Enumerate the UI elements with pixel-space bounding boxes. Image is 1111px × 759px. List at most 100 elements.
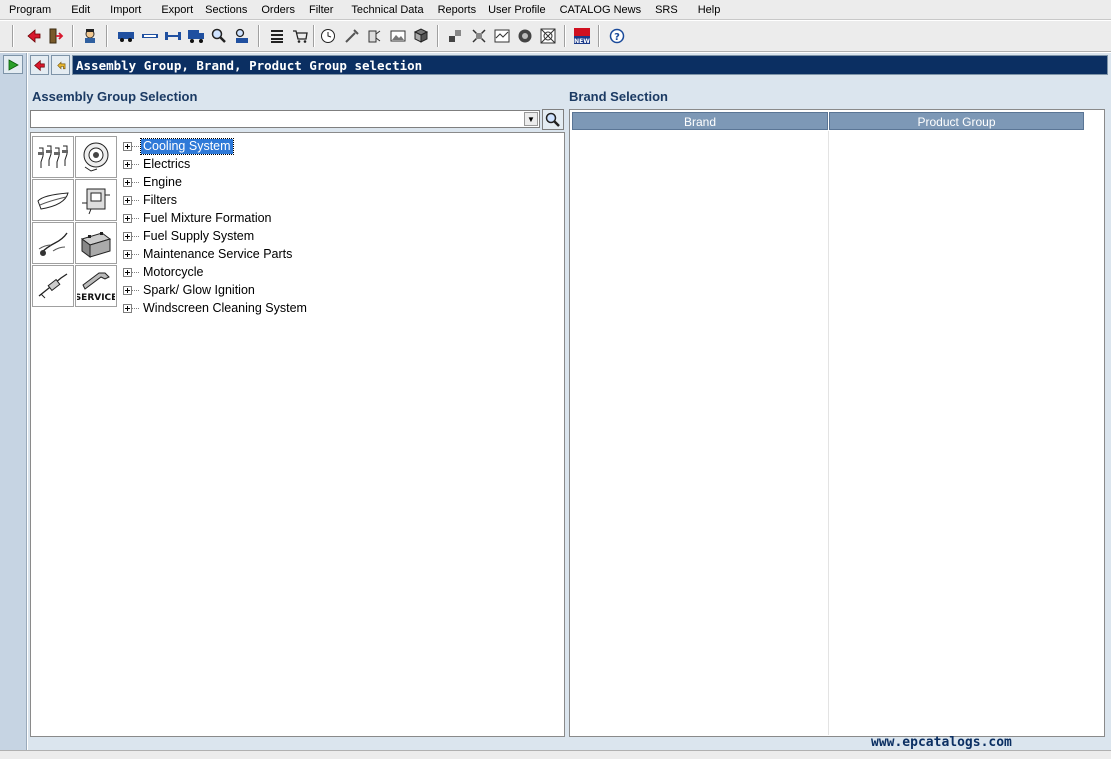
service-wrench-icon[interactable]: SERVICE [75, 265, 117, 307]
tree-item-label[interactable]: Electrics [141, 157, 192, 172]
svg-text:NEW: NEW [574, 38, 590, 45]
tree-item[interactable]: Fuel Supply System [123, 227, 309, 245]
assembly-tree: Cooling System Electrics Engine Filters … [123, 137, 309, 317]
tree-item-label[interactable]: Spark/ Glow Ignition [141, 283, 257, 298]
column-header-brand[interactable]: Brand [572, 112, 828, 130]
print-icon[interactable] [232, 26, 252, 46]
wiper-blade-icon[interactable] [32, 179, 74, 221]
toolbar-separator [106, 25, 108, 47]
expand-icon[interactable] [123, 303, 132, 313]
expand-icon[interactable] [123, 231, 132, 241]
list-icon[interactable] [267, 26, 287, 46]
menu-catalog-news[interactable]: CATALOG News [552, 1, 648, 19]
svg-text:?: ? [614, 32, 620, 43]
play-icon[interactable] [3, 55, 23, 74]
truck-icon[interactable] [186, 26, 206, 46]
tree-item[interactable]: Fuel Mixture Formation [123, 209, 309, 227]
menu-reports[interactable]: Reports [430, 1, 483, 19]
menu-sections[interactable]: Sections [199, 1, 253, 19]
main-area: Assembly Group, Brand, Product Group sel… [28, 53, 1111, 750]
user-icon[interactable] [80, 26, 100, 46]
menu-srs[interactable]: SRS [647, 1, 684, 19]
crosshair-icon[interactable] [538, 26, 558, 46]
tree-item[interactable]: Motorcycle [123, 263, 309, 281]
menu-user-profile[interactable]: User Profile [482, 1, 551, 19]
tree-item-label[interactable]: Motorcycle [141, 265, 205, 280]
tree-item-label[interactable]: Maintenance Service Parts [141, 247, 294, 262]
menu-import[interactable]: Import [96, 1, 147, 19]
thermometer-icon[interactable] [32, 222, 74, 264]
tree-item-label[interactable]: Filters [141, 193, 179, 208]
back-icon[interactable] [30, 55, 49, 75]
expand-icon[interactable] [123, 249, 132, 259]
tree-item[interactable]: Electrics [123, 155, 309, 173]
tree-item-label[interactable]: Cooling System [140, 137, 234, 155]
chart-icon[interactable] [492, 26, 512, 46]
search-magnifier-icon[interactable] [209, 26, 229, 46]
tree-item-label[interactable]: Fuel Supply System [141, 229, 256, 244]
menu-edit[interactable]: Edit [57, 1, 96, 19]
brand-selection-heading: Brand Selection [569, 89, 668, 104]
menu-bar: Program Edit Import Export Sections Orde… [0, 0, 1111, 20]
tree-item-label[interactable]: Engine [141, 175, 184, 190]
parts-icon[interactable] [445, 26, 465, 46]
column-header-product-group[interactable]: Product Group [829, 112, 1084, 130]
expand-icon[interactable] [123, 141, 132, 151]
engine-block-icon[interactable] [75, 179, 117, 221]
glow-plug-icon[interactable] [32, 265, 74, 307]
tree-item[interactable]: Maintenance Service Parts [123, 245, 309, 263]
expand-icon[interactable] [123, 177, 132, 187]
search-icon [545, 112, 560, 127]
brand-selection-panel: Brand Product Group [569, 109, 1105, 737]
tree-item[interactable]: Spark/ Glow Ignition [123, 281, 309, 299]
back-icon[interactable] [24, 26, 44, 46]
toolbar-separator [258, 25, 260, 47]
diagram-icon[interactable] [469, 26, 489, 46]
image-icon[interactable] [388, 26, 408, 46]
expand-icon[interactable] [123, 267, 132, 277]
clock-icon[interactable] [318, 26, 338, 46]
tools-icon[interactable] [342, 26, 362, 46]
title-row: Assembly Group, Brand, Product Group sel… [28, 55, 1108, 75]
watermark: www.epcatalogs.com [871, 735, 1012, 750]
tree-item[interactable]: Engine [123, 173, 309, 191]
tree-item[interactable]: Filters [123, 191, 309, 209]
menu-program[interactable]: Program [0, 1, 57, 19]
service-label: SERVICE [77, 293, 115, 303]
toolbar-separator [12, 25, 14, 47]
menu-technical-data[interactable]: Technical Data [339, 1, 429, 19]
assembly-group-dropdown[interactable]: ▼ [30, 110, 540, 128]
tree-item-label[interactable]: Fuel Mixture Formation [141, 211, 274, 226]
shaft-icon[interactable] [163, 26, 183, 46]
return-icon[interactable] [51, 55, 70, 75]
expand-icon[interactable] [123, 159, 132, 169]
tree-item-label[interactable]: Windscreen Cleaning System [141, 301, 309, 316]
help-icon[interactable]: ? [607, 26, 627, 46]
tree-item[interactable]: Cooling System [123, 137, 309, 155]
spark-plugs-icon[interactable] [32, 136, 74, 178]
cart-icon[interactable] [290, 26, 310, 46]
exit-icon[interactable] [46, 26, 66, 46]
menu-help[interactable]: Help [684, 1, 727, 19]
expand-icon[interactable] [123, 195, 132, 205]
vehicle-icon[interactable] [116, 26, 136, 46]
expand-icon[interactable] [123, 285, 132, 295]
menu-orders[interactable]: Orders [253, 1, 301, 19]
assembly-group-heading: Assembly Group Selection [32, 89, 198, 104]
menu-filter[interactable]: Filter [301, 1, 339, 19]
page-title: Assembly Group, Brand, Product Group sel… [72, 55, 1108, 75]
menu-export[interactable]: Export [147, 1, 199, 19]
expand-icon[interactable] [123, 213, 132, 223]
search-button[interactable] [542, 109, 564, 130]
column-divider [828, 131, 829, 735]
tree-item[interactable]: Windscreen Cleaning System [123, 299, 309, 317]
chevron-down-icon[interactable]: ▼ [524, 112, 538, 126]
globe-icon[interactable] [515, 26, 535, 46]
news-icon[interactable]: NEW [572, 26, 592, 46]
book-icon[interactable] [411, 26, 431, 46]
toolbar-separator [598, 25, 600, 47]
axle-icon[interactable] [140, 26, 160, 46]
battery-icon[interactable] [75, 222, 117, 264]
service-icon[interactable] [364, 26, 384, 46]
brake-disc-icon[interactable] [75, 136, 117, 178]
